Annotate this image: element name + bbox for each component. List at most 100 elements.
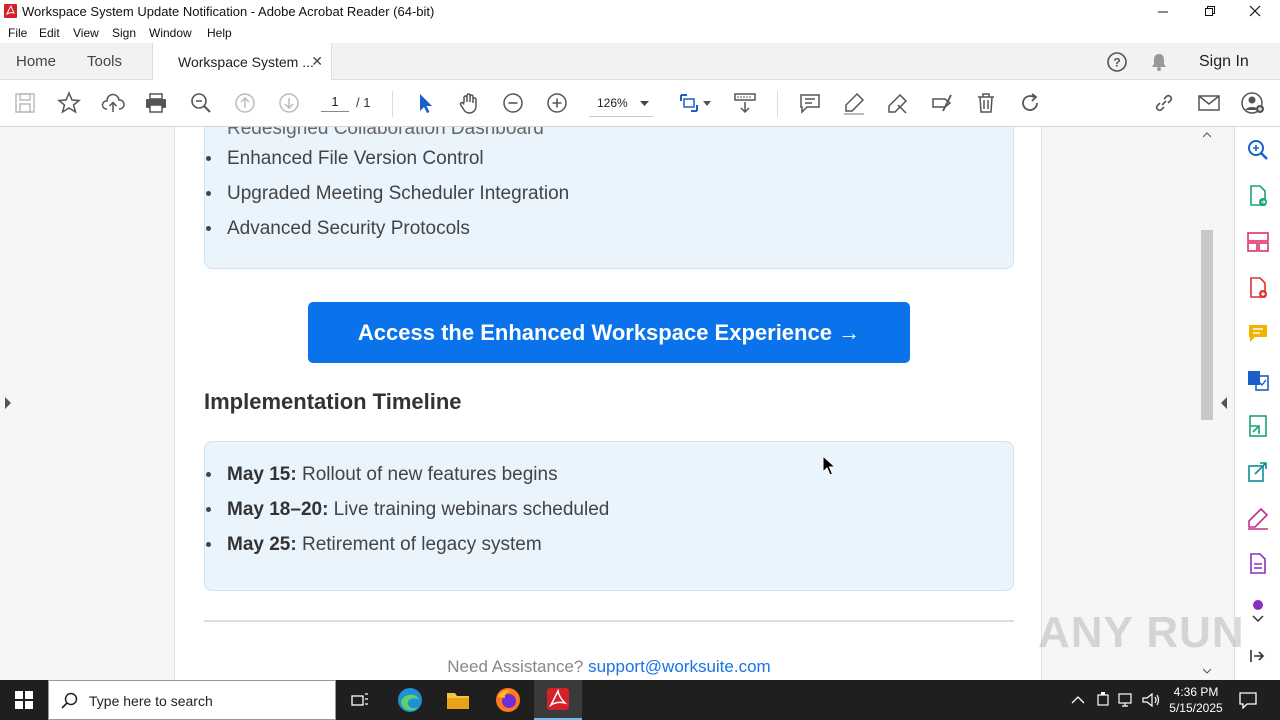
menu-help[interactable]: Help bbox=[207, 26, 232, 40]
page-fit-icon[interactable] bbox=[677, 91, 701, 115]
next-page-icon[interactable] bbox=[277, 91, 301, 115]
acrobat-taskbar-button[interactable] bbox=[534, 680, 582, 720]
save-icon[interactable] bbox=[13, 91, 37, 115]
collapse-panel-icon[interactable] bbox=[1249, 649, 1265, 663]
network-icon[interactable] bbox=[1118, 692, 1136, 708]
export-pdf-icon[interactable] bbox=[1246, 184, 1270, 208]
combine-files-icon[interactable] bbox=[1246, 368, 1270, 392]
email-icon[interactable] bbox=[1197, 91, 1221, 115]
timeline-date: May 18–20: bbox=[227, 499, 329, 520]
clock-time: 4:36 PM bbox=[1173, 685, 1219, 699]
windows-taskbar: Type here to search 4:36 PM 5/15/2025 bbox=[0, 680, 1280, 720]
tab-home[interactable]: Home bbox=[16, 43, 56, 80]
menu-file[interactable]: File bbox=[8, 26, 27, 40]
zoom-out-icon[interactable] bbox=[501, 91, 525, 115]
minimize-button[interactable] bbox=[1140, 0, 1186, 22]
support-email-link[interactable]: support@worksuite.com bbox=[588, 657, 771, 676]
timeline-item: May 15: Rollout of new features begins bbox=[206, 464, 558, 486]
pdf-page: Redesigned Collaboration Dashboard Enhan… bbox=[174, 127, 1042, 680]
start-button[interactable] bbox=[0, 680, 48, 720]
tray-expand-icon[interactable] bbox=[1071, 695, 1085, 704]
document-viewport[interactable]: Redesigned Collaboration Dashboard Enhan… bbox=[0, 127, 1234, 680]
menu-edit[interactable]: Edit bbox=[39, 26, 60, 40]
edit-pdf-icon[interactable] bbox=[1246, 552, 1270, 576]
title-bar: Workspace System Update Notification - A… bbox=[0, 0, 1280, 22]
send-for-review-icon[interactable] bbox=[1246, 460, 1270, 484]
hand-tool-icon[interactable] bbox=[457, 91, 481, 115]
task-view-button[interactable] bbox=[336, 680, 384, 720]
upload-cloud-icon[interactable] bbox=[101, 91, 125, 115]
firefox-button[interactable] bbox=[484, 680, 532, 720]
help-icon[interactable]: ? bbox=[1106, 51, 1128, 73]
rotate-icon[interactable] bbox=[1018, 91, 1042, 115]
chevron-down-icon[interactable] bbox=[1252, 615, 1264, 623]
maximize-button[interactable] bbox=[1186, 0, 1232, 22]
chevron-down-icon bbox=[640, 101, 649, 106]
organize-pages-icon[interactable] bbox=[1246, 230, 1270, 254]
close-tab-icon[interactable]: ✕ bbox=[311, 53, 323, 70]
comment-tool-icon[interactable] bbox=[1246, 322, 1270, 346]
menu-view[interactable]: View bbox=[73, 26, 99, 40]
system-clock[interactable]: 4:36 PM 5/15/2025 bbox=[1164, 684, 1228, 716]
edge-browser-button[interactable] bbox=[386, 680, 434, 720]
acrobat-icon bbox=[547, 688, 569, 710]
page-number-input[interactable]: 1 bbox=[321, 94, 349, 112]
print-icon[interactable] bbox=[144, 91, 168, 115]
close-window-button[interactable] bbox=[1232, 0, 1278, 22]
menu-sign[interactable]: Sign bbox=[112, 26, 136, 40]
delete-trash-icon[interactable] bbox=[974, 91, 998, 115]
document-tab-label: Workspace System ... bbox=[178, 54, 314, 70]
zoom-in-icon[interactable] bbox=[545, 91, 569, 115]
toolbar-divider bbox=[392, 91, 393, 117]
tab-document[interactable]: Workspace System ... ✕ bbox=[152, 43, 332, 81]
share-link-icon[interactable] bbox=[1152, 91, 1176, 115]
highlighter-icon[interactable] bbox=[842, 91, 866, 115]
timeline-item: May 18–20: Live training webinars schedu… bbox=[206, 499, 609, 521]
scroll-up-icon[interactable] bbox=[1203, 132, 1211, 138]
add-user-icon[interactable] bbox=[1241, 91, 1265, 115]
create-pdf-icon[interactable] bbox=[1246, 276, 1270, 300]
feature-item: Upgraded Meeting Scheduler Integration bbox=[206, 183, 570, 205]
folder-icon bbox=[447, 693, 469, 709]
vertical-scrollbar[interactable] bbox=[1199, 127, 1215, 680]
notification-bell-icon[interactable] bbox=[1149, 52, 1169, 72]
taskbar-search-box[interactable]: Type here to search bbox=[48, 680, 336, 720]
feature-text: Advanced Security Protocols bbox=[227, 218, 470, 239]
zoom-dropdown[interactable]: 126% bbox=[589, 91, 653, 117]
sign-in-button[interactable]: Sign In bbox=[1199, 43, 1249, 80]
feature-text: Upgraded Meeting Scheduler Integration bbox=[227, 183, 570, 204]
firefox-icon bbox=[496, 688, 520, 712]
search-tool-icon[interactable] bbox=[1246, 138, 1270, 162]
search-icon bbox=[61, 692, 78, 709]
right-panel-collapse-icon[interactable] bbox=[1220, 397, 1227, 409]
chevron-down-icon[interactable] bbox=[703, 101, 711, 106]
footer-label: Need Assistance? bbox=[447, 657, 589, 676]
notifications-icon[interactable] bbox=[1239, 691, 1257, 709]
menu-window[interactable]: Window bbox=[149, 26, 192, 40]
fill-and-sign-icon[interactable] bbox=[1246, 506, 1270, 530]
timeline-date: May 25: bbox=[227, 534, 297, 555]
scroll-down-icon[interactable] bbox=[1203, 668, 1211, 674]
edit-sign-icon[interactable] bbox=[930, 91, 954, 115]
volume-icon[interactable] bbox=[1142, 692, 1160, 708]
more-tools-icon[interactable] bbox=[1246, 593, 1270, 617]
timeline-date: May 15: bbox=[227, 464, 297, 485]
access-workspace-button[interactable]: Access the Enhanced Workspace Experience… bbox=[308, 302, 910, 363]
scrollbar-thumb[interactable] bbox=[1201, 230, 1213, 420]
timeline-text: Rollout of new features begins bbox=[296, 464, 558, 485]
feature-item: Enhanced File Version Control bbox=[206, 148, 484, 170]
file-explorer-button[interactable] bbox=[434, 680, 482, 720]
menu-bar: File Edit View Sign Window Help bbox=[0, 22, 1280, 43]
compress-pdf-icon[interactable] bbox=[1246, 414, 1270, 438]
select-cursor-icon[interactable] bbox=[413, 91, 437, 115]
search-zoom-icon[interactable] bbox=[189, 91, 213, 115]
previous-page-icon[interactable] bbox=[233, 91, 257, 115]
bookmark-star-icon[interactable] bbox=[57, 91, 81, 115]
tab-tools[interactable]: Tools bbox=[87, 43, 122, 80]
comment-icon[interactable] bbox=[798, 91, 822, 115]
draw-pen-icon[interactable] bbox=[886, 91, 910, 115]
left-panel-toggle-icon[interactable] bbox=[4, 397, 12, 409]
scroll-mode-icon[interactable] bbox=[733, 91, 757, 115]
acrobat-app-icon bbox=[4, 4, 17, 18]
usb-device-icon[interactable] bbox=[1096, 692, 1110, 708]
